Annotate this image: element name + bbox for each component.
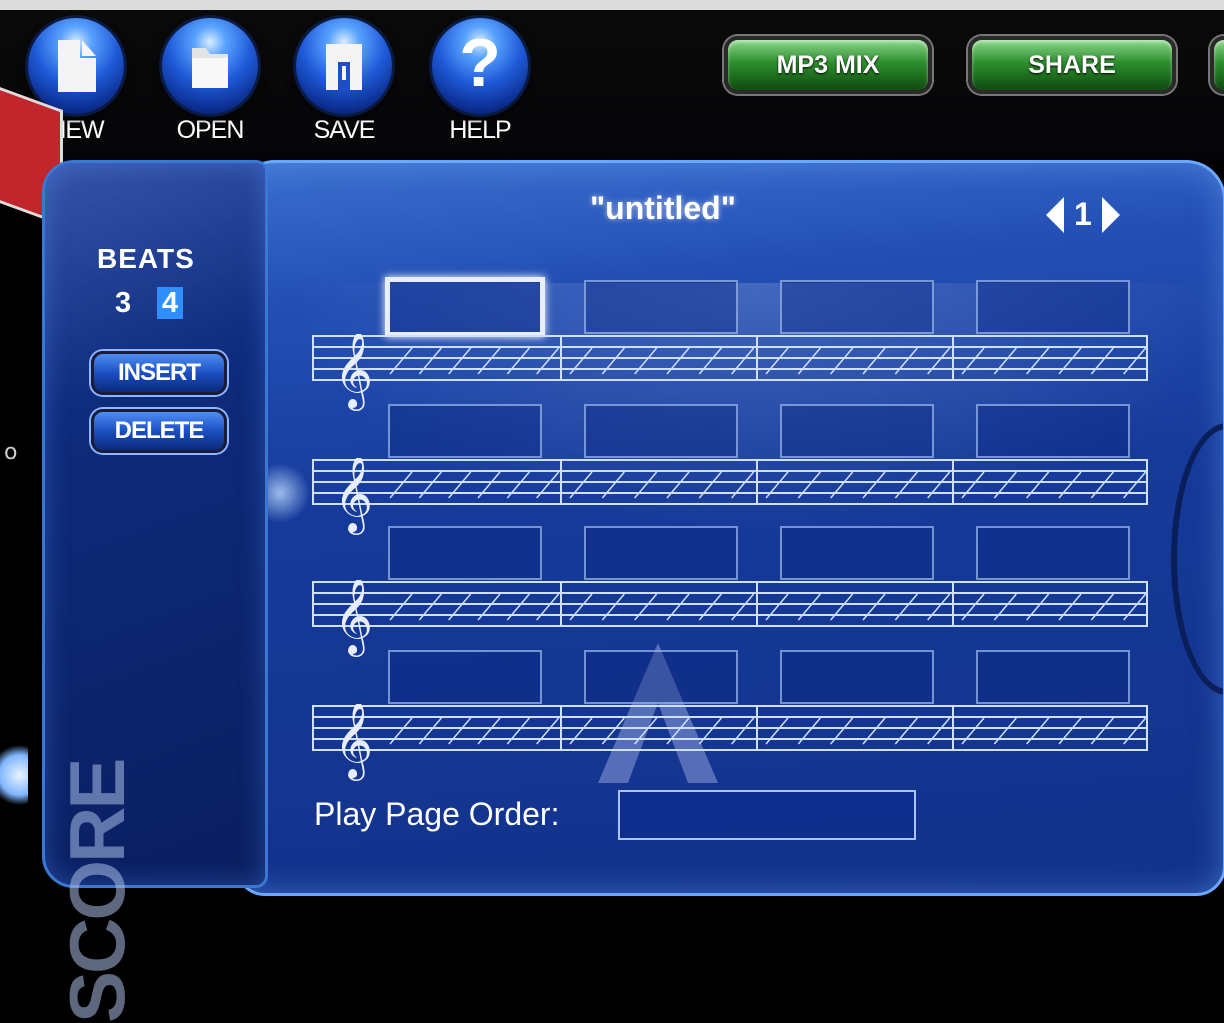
measure-slot[interactable]	[976, 280, 1130, 334]
delete-label: DELETE	[114, 417, 205, 444]
play-page-order-label: Play Page Order:	[314, 796, 560, 832]
beat-option-3[interactable]: 3	[115, 287, 131, 320]
svg-text:𝄞: 𝄞	[334, 580, 373, 657]
measure-slot[interactable]	[780, 404, 934, 458]
page-number: 1	[1074, 196, 1092, 232]
share-label: SHARE	[1028, 50, 1116, 79]
measure-slot[interactable]	[584, 526, 738, 580]
next-toolbar-button[interactable]	[1210, 36, 1224, 94]
svg-text:𝄞: 𝄞	[334, 458, 373, 535]
measure-slot[interactable]	[976, 526, 1130, 580]
new-icon	[28, 18, 124, 114]
measure-slot[interactable]	[388, 650, 542, 704]
measure-slot[interactable]	[584, 650, 738, 704]
next-page-arrow-icon[interactable]	[1101, 196, 1120, 233]
play-page-order-input[interactable]	[618, 790, 916, 840]
mp3-mix-button[interactable]: MP3 MIX	[724, 36, 932, 94]
edge-partial-text: o	[4, 440, 18, 465]
measure-slot[interactable]	[388, 404, 542, 458]
measure-slot[interactable]	[388, 526, 542, 580]
measure-slot[interactable]	[780, 280, 934, 334]
measure-slot[interactable]	[976, 650, 1130, 704]
help-glyph: ?	[459, 25, 501, 101]
beats-title: BEATS	[97, 243, 195, 274]
staff-lines: 𝄞	[312, 704, 1148, 781]
save-label: SAVE	[313, 116, 376, 144]
measure-slot[interactable]	[780, 650, 934, 704]
measure-slot[interactable]	[780, 526, 934, 580]
svg-text:𝄞: 𝄞	[334, 334, 373, 411]
save-button[interactable]: SAVE	[292, 18, 396, 145]
open-folder-icon	[162, 18, 258, 114]
beats-sidebar: BEATS 3 4 INSERT DELETE SCORE	[42, 160, 268, 1023]
music-staff[interactable]: 𝄞	[312, 580, 1148, 657]
save-icon	[296, 18, 392, 114]
measure-slot[interactable]	[385, 277, 545, 337]
music-staff[interactable]: 𝄞	[312, 458, 1148, 535]
help-button[interactable]: ? HELP	[428, 18, 532, 145]
share-button[interactable]: SHARE	[968, 36, 1176, 94]
help-question-icon: ?	[432, 18, 528, 114]
measure-slot[interactable]	[976, 404, 1130, 458]
score-section-label: SCORE	[53, 760, 141, 1023]
measure-slot[interactable]	[584, 280, 738, 334]
window-top-strip	[0, 0, 1224, 10]
mp3-mix-label: MP3 MIX	[776, 50, 880, 79]
beat-option-4[interactable]: 4	[157, 287, 184, 319]
open-label: OPEN	[176, 116, 245, 144]
open-button[interactable]: OPEN	[158, 18, 262, 145]
sidebar-sheen	[45, 163, 265, 443]
svg-text:𝄞: 𝄞	[334, 704, 373, 781]
edge-glow	[0, 740, 28, 810]
score-title: "untitled"	[590, 190, 736, 226]
insert-label: INSERT	[117, 359, 201, 386]
music-staff[interactable]: 𝄞	[312, 704, 1148, 781]
prev-page-arrow-icon[interactable]	[1046, 196, 1064, 233]
help-label: HELP	[449, 116, 511, 144]
insert-button[interactable]: INSERT	[91, 351, 227, 395]
music-staff[interactable]: 𝄞	[312, 334, 1148, 411]
delete-button[interactable]: DELETE	[91, 409, 227, 453]
page-navigator: 1	[1046, 196, 1120, 233]
measure-slot[interactable]	[584, 404, 738, 458]
